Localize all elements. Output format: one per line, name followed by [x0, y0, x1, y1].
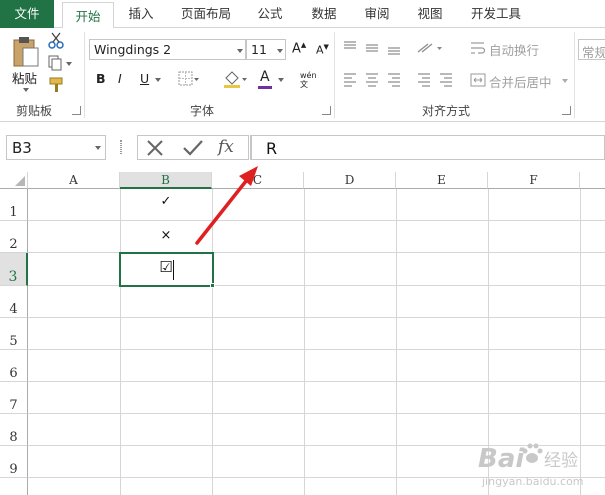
annotation-arrow	[195, 166, 258, 245]
